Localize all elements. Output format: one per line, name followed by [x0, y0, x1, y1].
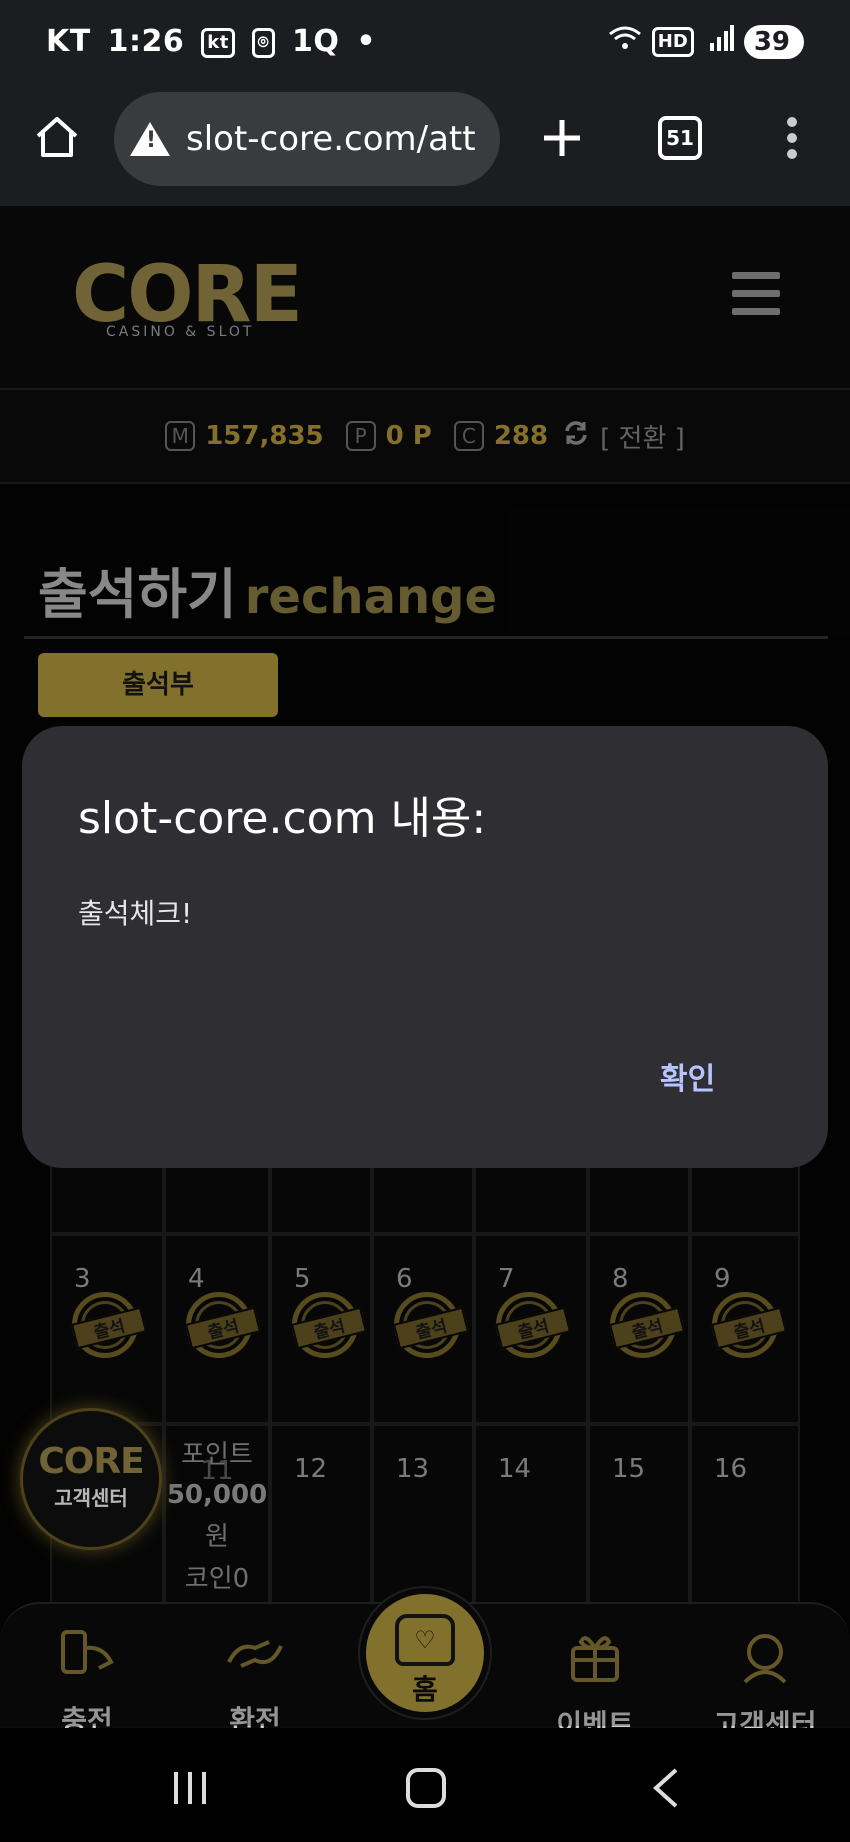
status-bar: KT 1:26 kt ⌾ 1Q • HD 39	[0, 0, 850, 90]
wifi-icon	[608, 24, 642, 59]
carrier-label: KT	[46, 24, 91, 59]
home-icon[interactable]	[34, 114, 80, 164]
url-text: slot-core.com/att	[186, 119, 476, 159]
notification-dot-icon: •	[356, 24, 377, 59]
screenshot-icon: ⌾	[251, 27, 276, 58]
signal-icon	[709, 25, 734, 58]
kt-app-icon: kt	[201, 27, 235, 58]
tab-switcher-button[interactable]: 51	[658, 116, 702, 160]
new-tab-icon[interactable]	[540, 116, 584, 164]
hd-icon: HD	[651, 26, 694, 57]
system-back-icon[interactable]	[650, 1766, 680, 1814]
status-left: KT 1:26 kt ⌾ 1Q •	[46, 24, 382, 59]
battery-icon: 39	[743, 24, 804, 59]
alert-dialog: slot-core.com 내용: 출석체크! 확인	[22, 726, 828, 1168]
address-bar[interactable]: slot-core.com/att	[114, 92, 500, 186]
system-navigation-bar	[0, 1728, 850, 1842]
dialog-message: 출석체크!	[78, 897, 193, 930]
app-1q-icon: 1Q	[292, 24, 340, 59]
browser-toolbar: slot-core.com/att 51	[0, 90, 850, 206]
not-secure-warning-icon[interactable]	[130, 122, 170, 156]
system-home-icon[interactable]	[406, 1768, 446, 1808]
recent-apps-icon[interactable]	[170, 1768, 210, 1812]
clock: 1:26	[107, 24, 185, 59]
dialog-ok-button[interactable]: 확인	[642, 1044, 733, 1108]
kebab-menu-icon[interactable]	[784, 116, 800, 164]
dialog-title: slot-core.com 내용:	[78, 793, 487, 844]
status-right: HD 39	[608, 24, 804, 59]
